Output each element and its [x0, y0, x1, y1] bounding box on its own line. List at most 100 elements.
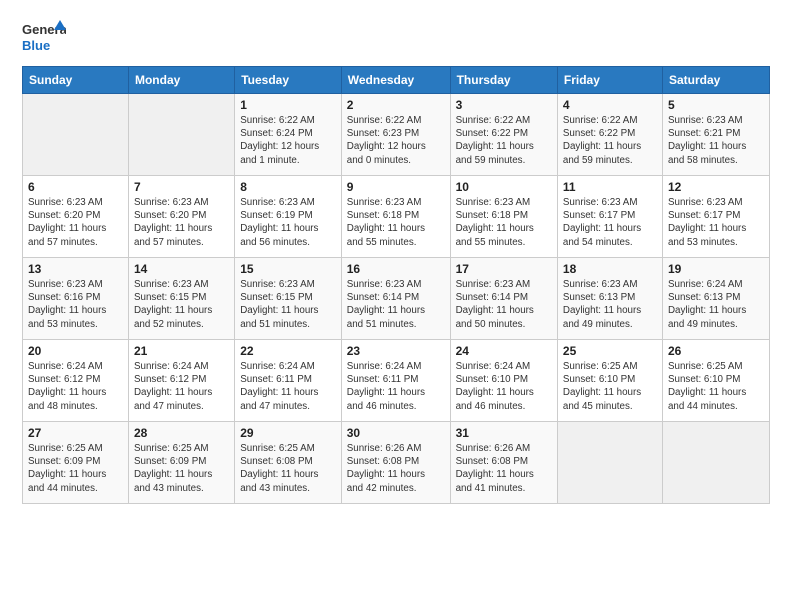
day-number: 21: [134, 344, 229, 358]
day-number: 2: [347, 98, 445, 112]
day-info: Sunrise: 6:24 AM Sunset: 6:12 PM Dayligh…: [28, 360, 123, 413]
day-info: Sunrise: 6:25 AM Sunset: 6:08 PM Dayligh…: [240, 442, 336, 495]
day-number: 5: [668, 98, 764, 112]
day-number: 12: [668, 180, 764, 194]
page: General Blue SundayMondayTuesdayWednesda…: [0, 0, 792, 612]
day-number: 27: [28, 426, 123, 440]
calendar-cell: 15 Sunrise: 6:23 AM Sunset: 6:15 PM Dayli…: [235, 258, 342, 340]
day-info: Sunrise: 6:24 AM Sunset: 6:12 PM Dayligh…: [134, 360, 229, 413]
day-info: Sunrise: 6:24 AM Sunset: 6:11 PM Dayligh…: [240, 360, 336, 413]
calendar-cell: 4 Sunrise: 6:22 AM Sunset: 6:22 PM Daylig…: [557, 94, 662, 176]
calendar-cell: 12Sunrise: 6:23 AM Sunset: 6:17 PM Dayli…: [662, 176, 769, 258]
weekday-header-friday: Friday: [557, 67, 662, 94]
day-info: Sunrise: 6:26 AM Sunset: 6:08 PM Dayligh…: [347, 442, 445, 495]
svg-text:Blue: Blue: [22, 38, 50, 53]
logo: General Blue: [22, 18, 66, 56]
logo-svg: General Blue: [22, 18, 66, 56]
logo-graphic: General Blue: [22, 18, 66, 56]
day-number: 11: [563, 180, 657, 194]
day-info: Sunrise: 6:24 AM Sunset: 6:13 PM Dayligh…: [668, 278, 764, 331]
day-info: Sunrise: 6:23 AM Sunset: 6:21 PM Dayligh…: [668, 114, 764, 167]
day-info: Sunrise: 6:25 AM Sunset: 6:10 PM Dayligh…: [563, 360, 657, 413]
day-number: 31: [456, 426, 552, 440]
calendar-cell: 13 Sunrise: 6:23 AM Sunset: 6:16 PM Dayli…: [23, 258, 129, 340]
day-number: 15: [240, 262, 336, 276]
day-info: Sunrise: 6:23 AM Sunset: 6:17 PM Dayligh…: [563, 196, 657, 249]
calendar-cell: 25 Sunrise: 6:25 AM Sunset: 6:10 PM Dayli…: [557, 340, 662, 422]
calendar-cell: 19 Sunrise: 6:24 AM Sunset: 6:13 PM Dayli…: [662, 258, 769, 340]
day-info: Sunrise: 6:23 AM Sunset: 6:13 PM Dayligh…: [563, 278, 657, 331]
day-info: Sunrise: 6:22 AM Sunset: 6:22 PM Dayligh…: [456, 114, 552, 167]
day-number: 26: [668, 344, 764, 358]
day-info: Sunrise: 6:25 AM Sunset: 6:09 PM Dayligh…: [28, 442, 123, 495]
calendar-cell: [128, 94, 234, 176]
day-info: Sunrise: 6:26 AM Sunset: 6:08 PM Dayligh…: [456, 442, 552, 495]
day-info: Sunrise: 6:23 AM Sunset: 6:15 PM Dayligh…: [240, 278, 336, 331]
calendar-cell: 10Sunrise: 6:23 AM Sunset: 6:18 PM Dayli…: [450, 176, 557, 258]
day-number: 28: [134, 426, 229, 440]
weekday-header-saturday: Saturday: [662, 67, 769, 94]
day-number: 6: [28, 180, 123, 194]
day-info: Sunrise: 6:25 AM Sunset: 6:09 PM Dayligh…: [134, 442, 229, 495]
calendar-cell: 7 Sunrise: 6:23 AM Sunset: 6:20 PM Daylig…: [128, 176, 234, 258]
day-number: 29: [240, 426, 336, 440]
header: General Blue: [22, 18, 770, 56]
calendar-cell: 21 Sunrise: 6:24 AM Sunset: 6:12 PM Dayli…: [128, 340, 234, 422]
calendar-cell: 2 Sunrise: 6:22 AM Sunset: 6:23 PM Daylig…: [341, 94, 450, 176]
day-info: Sunrise: 6:23 AM Sunset: 6:19 PM Dayligh…: [240, 196, 336, 249]
day-number: 18: [563, 262, 657, 276]
weekday-header-thursday: Thursday: [450, 67, 557, 94]
day-info: Sunrise: 6:23 AM Sunset: 6:18 PM Dayligh…: [456, 196, 552, 249]
day-info: Sunrise: 6:22 AM Sunset: 6:24 PM Dayligh…: [240, 114, 336, 167]
day-info: Sunrise: 6:22 AM Sunset: 6:22 PM Dayligh…: [563, 114, 657, 167]
calendar-cell: 17Sunrise: 6:23 AM Sunset: 6:14 PM Dayli…: [450, 258, 557, 340]
day-number: 25: [563, 344, 657, 358]
day-number: 22: [240, 344, 336, 358]
weekday-header-tuesday: Tuesday: [235, 67, 342, 94]
day-number: 20: [28, 344, 123, 358]
day-info: Sunrise: 6:23 AM Sunset: 6:18 PM Dayligh…: [347, 196, 445, 249]
calendar-table: SundayMondayTuesdayWednesdayThursdayFrid…: [22, 66, 770, 504]
calendar-cell: 20 Sunrise: 6:24 AM Sunset: 6:12 PM Dayli…: [23, 340, 129, 422]
day-number: 3: [456, 98, 552, 112]
weekday-header-wednesday: Wednesday: [341, 67, 450, 94]
calendar-cell: [662, 422, 769, 504]
day-number: 9: [347, 180, 445, 194]
calendar-cell: 24 Sunrise: 6:24 AM Sunset: 6:10 PM Dayli…: [450, 340, 557, 422]
calendar-cell: 18 Sunrise: 6:23 AM Sunset: 6:13 PM Dayli…: [557, 258, 662, 340]
day-info: Sunrise: 6:23 AM Sunset: 6:14 PM Dayligh…: [347, 278, 445, 331]
calendar-cell: 9 Sunrise: 6:23 AM Sunset: 6:18 PM Daylig…: [341, 176, 450, 258]
calendar-cell: 31 Sunrise: 6:26 AM Sunset: 6:08 PM Dayli…: [450, 422, 557, 504]
day-info: Sunrise: 6:23 AM Sunset: 6:20 PM Dayligh…: [134, 196, 229, 249]
day-number: 23: [347, 344, 445, 358]
day-number: 24: [456, 344, 552, 358]
day-info: Sunrise: 6:23 AM Sunset: 6:15 PM Dayligh…: [134, 278, 229, 331]
day-info: Sunrise: 6:23 AM Sunset: 6:14 PM Dayligh…: [456, 278, 552, 331]
day-info: Sunrise: 6:24 AM Sunset: 6:10 PM Dayligh…: [456, 360, 552, 413]
calendar-cell: 5 Sunrise: 6:23 AM Sunset: 6:21 PM Daylig…: [662, 94, 769, 176]
weekday-header-sunday: Sunday: [23, 67, 129, 94]
calendar-cell: 14Sunrise: 6:23 AM Sunset: 6:15 PM Dayli…: [128, 258, 234, 340]
day-info: Sunrise: 6:25 AM Sunset: 6:10 PM Dayligh…: [668, 360, 764, 413]
calendar-cell: 26 Sunrise: 6:25 AM Sunset: 6:10 PM Dayli…: [662, 340, 769, 422]
day-number: 4: [563, 98, 657, 112]
day-number: 19: [668, 262, 764, 276]
calendar-cell: 6 Sunrise: 6:23 AM Sunset: 6:20 PM Daylig…: [23, 176, 129, 258]
calendar-cell: 23 Sunrise: 6:24 AM Sunset: 6:11 PM Dayli…: [341, 340, 450, 422]
calendar-cell: [557, 422, 662, 504]
day-number: 13: [28, 262, 123, 276]
day-number: 7: [134, 180, 229, 194]
day-number: 16: [347, 262, 445, 276]
day-number: 8: [240, 180, 336, 194]
day-info: Sunrise: 6:23 AM Sunset: 6:20 PM Dayligh…: [28, 196, 123, 249]
calendar-cell: 27 Sunrise: 6:25 AM Sunset: 6:09 PM Dayli…: [23, 422, 129, 504]
day-info: Sunrise: 6:24 AM Sunset: 6:11 PM Dayligh…: [347, 360, 445, 413]
day-info: Sunrise: 6:22 AM Sunset: 6:23 PM Dayligh…: [347, 114, 445, 167]
calendar-cell: 30Sunrise: 6:26 AM Sunset: 6:08 PM Dayli…: [341, 422, 450, 504]
calendar-cell: [23, 94, 129, 176]
day-info: Sunrise: 6:23 AM Sunset: 6:16 PM Dayligh…: [28, 278, 123, 331]
weekday-header-monday: Monday: [128, 67, 234, 94]
calendar-cell: 11 Sunrise: 6:23 AM Sunset: 6:17 PM Dayli…: [557, 176, 662, 258]
calendar-cell: 22 Sunrise: 6:24 AM Sunset: 6:11 PM Dayli…: [235, 340, 342, 422]
day-number: 1: [240, 98, 336, 112]
